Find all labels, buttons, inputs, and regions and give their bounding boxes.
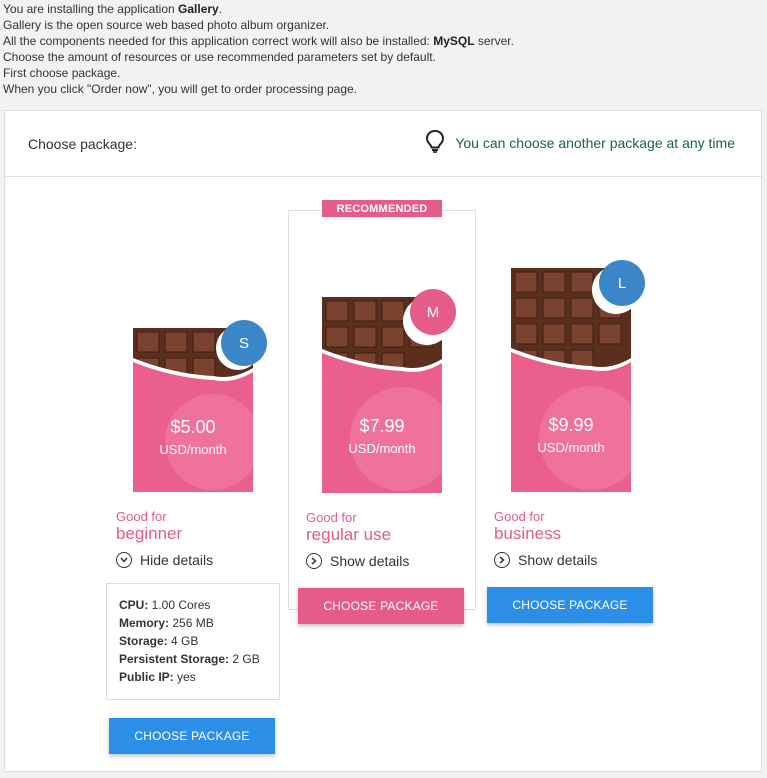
good-for-label: Good for [494,509,545,524]
price-amount: $7.99 [359,416,405,436]
intro-line-6: When you click "Order now", you will get… [3,82,358,96]
price-period: USD/month [159,442,227,457]
detail-storage: Storage: 4 GB [119,634,199,648]
chevron-down-icon [116,552,132,568]
choose-package-button-l[interactable]: CHOOSE PACKAGE [487,587,653,623]
toggle-label: Hide details [140,552,214,568]
good-for-value: beginner [116,524,183,543]
detail-public-ip: Public IP: yes [119,670,196,684]
good-for: Good for business [494,509,561,544]
toggle-label: Show details [518,552,598,568]
show-details-toggle[interactable]: Show details [306,553,409,569]
price-block: $5.00 USD/month [133,416,253,459]
package-panel: Choose package: You can choose another p… [4,110,762,772]
price-period: USD/month [348,441,416,456]
price-period: USD/month [537,440,605,455]
show-details-toggle[interactable]: Show details [494,552,597,568]
chocolate-bar-illustration: L $9.99 USD/month [511,260,645,492]
good-for-label: Good for [306,510,357,525]
package-details: CPU: 1.00 Cores Memory: 256 MB Storage: … [106,583,280,700]
choose-package-button-s[interactable]: CHOOSE PACKAGE [109,718,275,754]
choose-package-title: Choose package: [28,136,137,152]
chocolate-bar-illustration: S $5.00 USD/month [133,320,267,492]
panel-header: Choose package: You can choose another p… [5,111,761,177]
good-for-value: business [494,524,562,543]
intro-line-3: All the components needed for this appli… [3,34,514,48]
good-for: Good for regular use [306,510,391,545]
choose-package-button-m[interactable]: CHOOSE PACKAGE [298,588,464,624]
hint-text: You can choose another package at any ti… [455,135,735,151]
intro-line-2: Gallery is the open source web based pho… [3,18,330,32]
price-amount: $9.99 [548,415,594,435]
detail-persistent-storage: Persistent Storage: 2 GB [119,652,260,666]
good-for-value: regular use [306,525,392,544]
price-block: $9.99 USD/month [511,414,631,457]
toggle-label: Show details [330,553,410,569]
detail-cpu: CPU: 1.00 Cores [119,598,211,612]
intro-line-5: First choose package. [3,66,121,80]
good-for: Good for beginner [116,509,182,544]
good-for-label: Good for [116,509,167,524]
price-block: $7.99 USD/month [322,415,442,458]
intro-text: You are installing the application Galle… [3,1,763,97]
size-badge: L [599,260,645,306]
recommended-label: RECOMMENDED [322,200,442,217]
lightbulb-icon [425,129,445,158]
package-hint: You can choose another package at any ti… [425,129,735,158]
chevron-right-icon [306,553,322,569]
price-amount: $5.00 [170,417,216,437]
intro-line-4: Choose the amount of resources or use re… [3,50,436,64]
chocolate-bar-illustration: M $7.99 USD/month [322,289,456,493]
intro-line-1: You are installing the application Galle… [3,2,223,16]
size-badge: S [221,320,267,366]
detail-memory: Memory: 256 MB [119,616,214,630]
chevron-right-icon [494,552,510,568]
hide-details-toggle[interactable]: Hide details [116,552,213,568]
size-badge: M [410,289,456,335]
